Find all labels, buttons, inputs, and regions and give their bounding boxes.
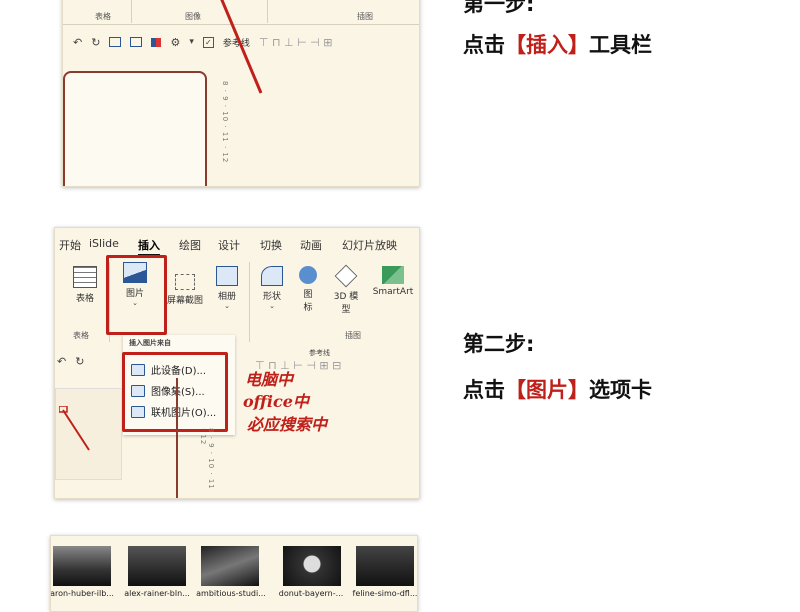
- group-label-illustrations: 插图: [357, 12, 373, 21]
- redo-icon[interactable]: ↻: [91, 36, 100, 49]
- dropdown-title: 插入图片来自: [129, 339, 171, 347]
- reference-line-label: 参考线: [309, 349, 330, 357]
- slide-icon[interactable]: [109, 37, 122, 47]
- quick-access-toolbar: ↶ ↻: [57, 352, 84, 370]
- slide-thumbnail-frame[interactable]: [63, 71, 207, 186]
- thumbnail-label-4: donut-bayern-...: [278, 589, 344, 598]
- tab-transitions[interactable]: 切换: [260, 237, 282, 253]
- tab-animations[interactable]: 动画: [300, 237, 322, 253]
- annotation-line-2: office中: [243, 392, 309, 411]
- album-chevron-icon: ⌄: [224, 302, 230, 310]
- redo-icon[interactable]: ↻: [75, 355, 84, 368]
- thumbnail-image-5[interactable]: [356, 546, 414, 586]
- tab-home[interactable]: 开始: [59, 237, 81, 253]
- thumbnail-label-2: alex-rainer-bln...: [124, 589, 190, 598]
- step1-screenshot: 表格 图像 插图 ↶ ↻ ⚙ ▾ ✓ 参考线 ⊤ ⊓ ⊥ ⊢ ⊣ ⊞ 8 · 9…: [62, 0, 420, 187]
- thumbnail-image-3[interactable]: [201, 546, 259, 586]
- icons-button[interactable]: 图 标: [295, 266, 321, 313]
- 3d-model-button[interactable]: 3D 模 型: [329, 264, 363, 315]
- step2-instruction: 点击【图片】选项卡: [463, 378, 652, 402]
- vertical-ruler: 8 · 9 · 10 · 11 · 12: [199, 428, 215, 490]
- step2-screenshot: 开始 iSlide 插入 绘图 设计 切换 动画 幻灯片放映 表格 图片 ⌄ 屏…: [54, 227, 420, 499]
- shapes-chevron-icon: ⌄: [269, 302, 275, 310]
- shapes-icon: [261, 266, 283, 286]
- table-button[interactable]: 表格: [69, 266, 101, 304]
- group-label-table: 表格: [73, 331, 89, 340]
- undo-icon[interactable]: ↶: [57, 355, 66, 368]
- step1-heading: 第一步:: [463, 0, 535, 16]
- annotation-line-3: 必应搜索中: [247, 415, 328, 434]
- pointer-arrow-line: [59, 406, 90, 451]
- thumbnail-label-1: aron-huber-ilb...: [50, 589, 114, 598]
- annotation-line-1: 电脑中: [245, 370, 294, 389]
- thumbnail-label-3: ambitious-studi...: [196, 589, 266, 598]
- settings-icon[interactable]: ⚙: [170, 36, 180, 49]
- step1-instruction: 点击【插入】工具栏: [463, 33, 652, 57]
- screenshot-button[interactable]: 屏幕截图: [163, 274, 207, 306]
- bird-icon: [299, 266, 317, 284]
- smartart-button[interactable]: SmartArt: [369, 266, 417, 297]
- step3-screenshot: aron-huber-ilb... alex-rainer-bln... amb…: [50, 535, 418, 612]
- layout-icon[interactable]: [130, 37, 143, 47]
- group-label-illustrations: 插图: [345, 331, 361, 340]
- group-label-table: 表格: [95, 12, 111, 21]
- thumbnail-image-2[interactable]: [128, 546, 186, 586]
- step2-heading: 第二步:: [463, 332, 535, 356]
- smartart-icon: [382, 266, 404, 284]
- camera-icon: [175, 274, 195, 290]
- tab-slideshow[interactable]: 幻灯片放映: [342, 237, 397, 253]
- table-icon: [73, 266, 97, 288]
- quick-access-toolbar: ↶ ↻ ⚙ ▾ ✓ 参考线 ⊤ ⊓ ⊥ ⊢ ⊣ ⊞: [73, 33, 332, 51]
- device-picture-icon: [131, 363, 145, 376]
- dropdown-item-this-device[interactable]: 此设备(D)...: [125, 359, 229, 380]
- image-set-icon: [131, 384, 145, 397]
- picture-button-highlight: [106, 255, 167, 335]
- group-label-images: 图像: [185, 12, 201, 21]
- undo-icon[interactable]: ↶: [73, 36, 82, 49]
- shapes-button[interactable]: 形状 ⌄: [255, 266, 289, 310]
- album-icon: [216, 266, 238, 286]
- online-picture-icon: [131, 405, 145, 418]
- tab-insert[interactable]: 插入: [138, 237, 160, 256]
- tab-islide[interactable]: iSlide: [89, 237, 119, 250]
- thumbnail-image-1[interactable]: [53, 546, 111, 586]
- dropdown-chevron-icon[interactable]: ▾: [189, 37, 194, 47]
- thumbnail-image-4[interactable]: [283, 546, 341, 586]
- album-button[interactable]: 相册 ⌄: [209, 266, 245, 310]
- slide-edge-line: [176, 378, 178, 498]
- cube-icon: [334, 264, 358, 288]
- tab-draw[interactable]: 绘图: [179, 237, 201, 253]
- tab-design[interactable]: 设计: [218, 237, 240, 253]
- thumbnail-label-5: feline-simo-dfl...: [352, 589, 418, 598]
- pointer-arrow-line: [220, 0, 263, 94]
- color-icon[interactable]: [151, 37, 162, 47]
